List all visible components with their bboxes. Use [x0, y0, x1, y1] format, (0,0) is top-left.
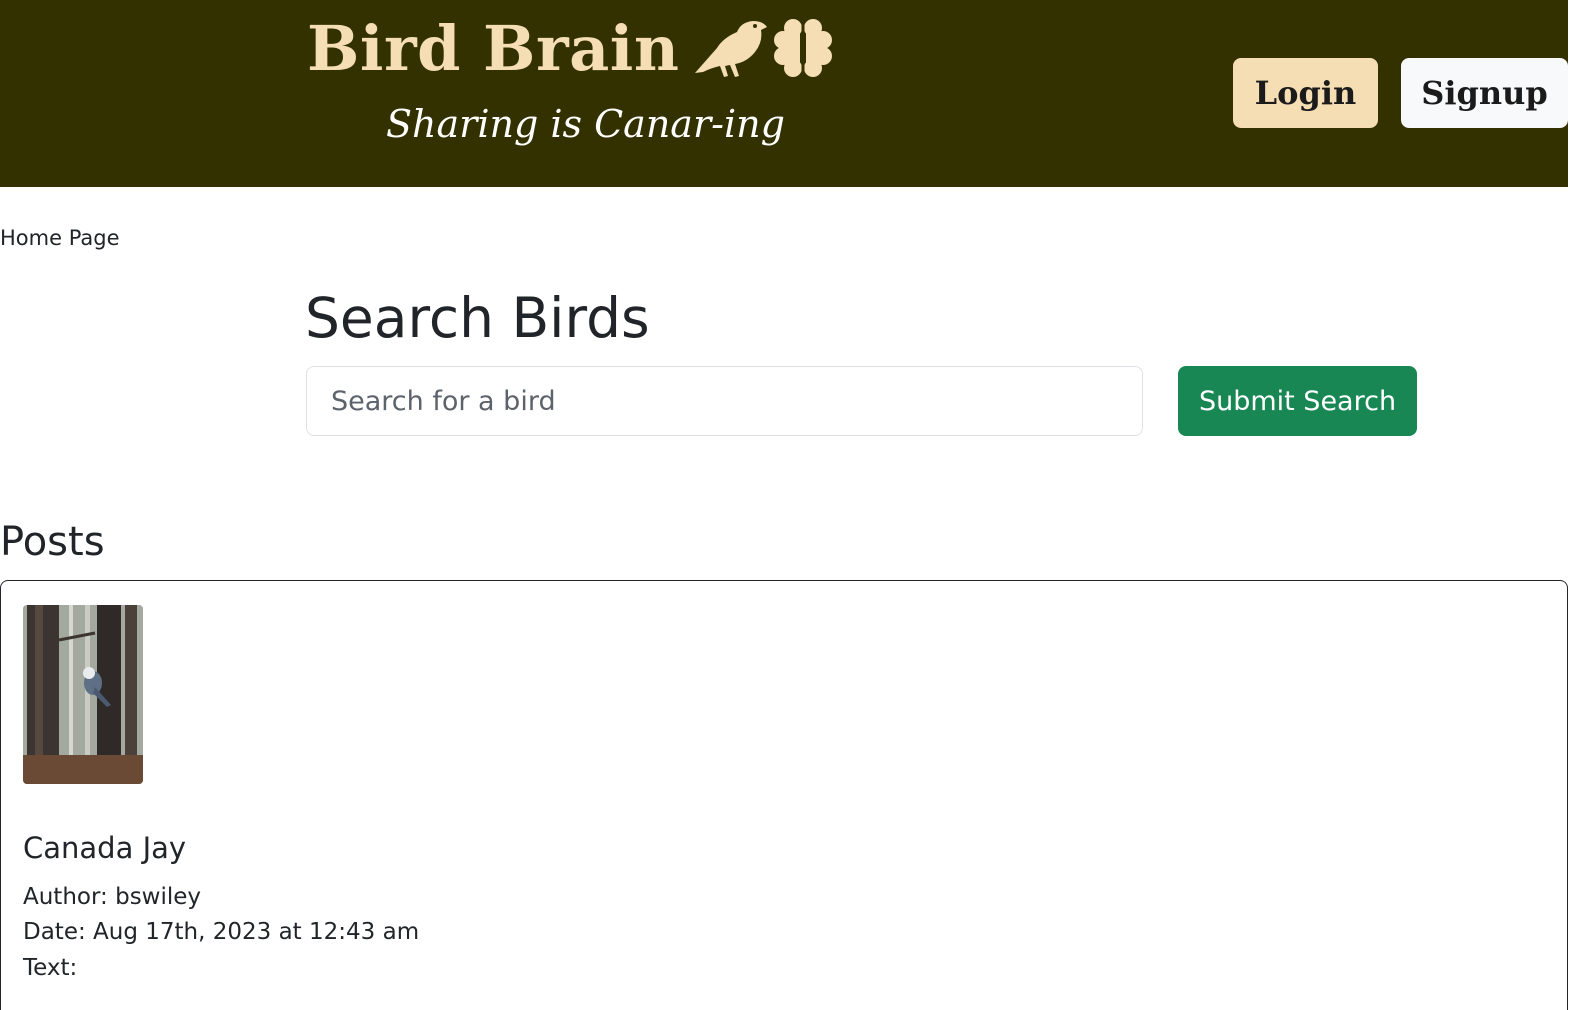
post-image[interactable]: [23, 605, 143, 784]
search-input[interactable]: [306, 366, 1143, 436]
signup-button[interactable]: Signup: [1401, 58, 1568, 128]
brand-icons: [693, 18, 833, 80]
post-text: Text:: [23, 955, 78, 981]
post-author: Author: bswiley: [23, 884, 202, 910]
submit-search-button[interactable]: Submit Search: [1178, 366, 1417, 436]
post-date: Date: Aug 17th, 2023 at 12:43 am: [23, 919, 420, 945]
search-title: Search Birds: [305, 286, 650, 350]
home-page-link[interactable]: Home Page: [0, 226, 120, 250]
post-title[interactable]: Canada Jay: [23, 831, 186, 866]
bird-icon: [695, 21, 768, 77]
brain-icon: [774, 19, 833, 78]
posts-heading: Posts: [0, 519, 105, 565]
brand[interactable]: Bird Brain: [307, 18, 833, 80]
login-button[interactable]: Login: [1233, 58, 1378, 128]
brand-title: Bird Brain: [307, 12, 680, 85]
tagline: Sharing is Canar-ing: [386, 102, 785, 146]
post-card: Canada Jay Author: bswiley Date: Aug 17t…: [0, 580, 1568, 1010]
site-header: Bird Brain Sharing is Canar-ing Login Si…: [0, 0, 1568, 187]
